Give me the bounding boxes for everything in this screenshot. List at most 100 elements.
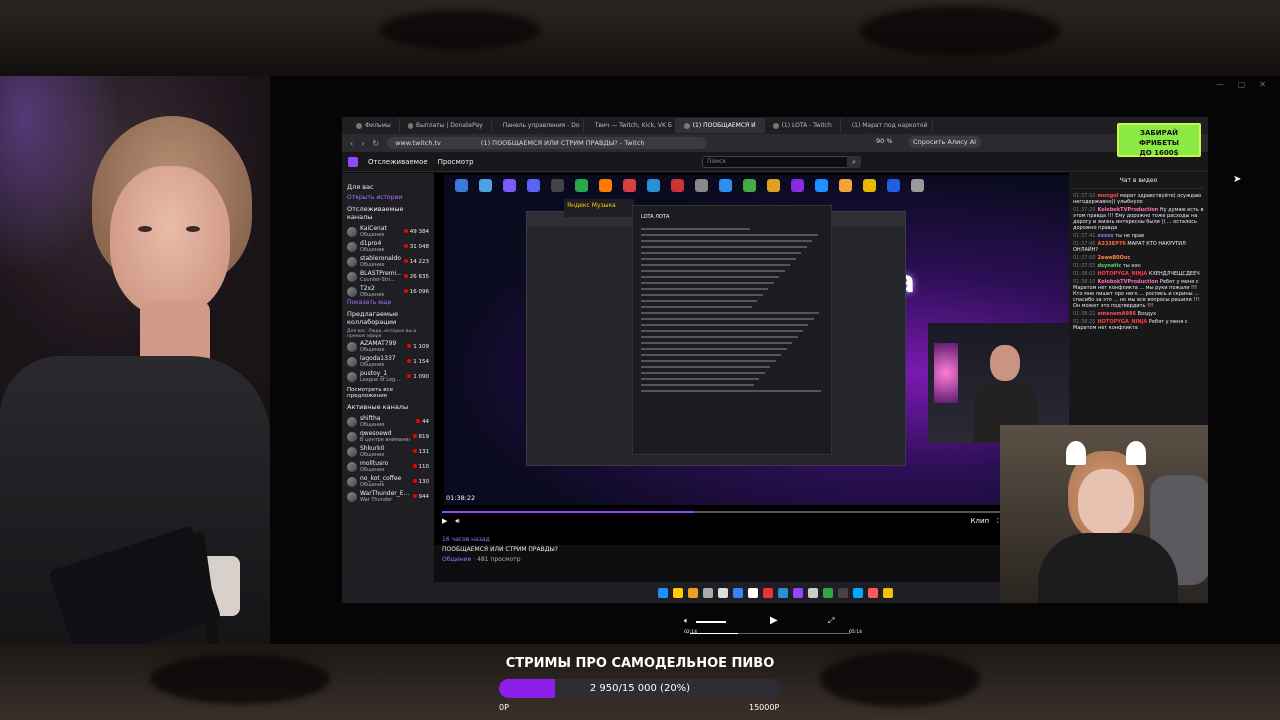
taskbar-app-icon[interactable] [702, 587, 713, 598]
sidebar-channel[interactable]: lagoda1337 Общение 1 154 [347, 354, 429, 369]
sidebar-channel[interactable]: pustoy_1 League of Leg... 1 090 [347, 369, 429, 384]
taskbar-app-icon[interactable] [672, 587, 683, 598]
desktop-shortcut-icon[interactable] [548, 179, 566, 201]
sidebar-channel[interactable]: BLASTPremi... Counter-Stri... 26 635 [347, 269, 429, 284]
chat-username[interactable]: HOTOPYGA_NINJA [1097, 271, 1147, 277]
browser-tab[interactable]: Фильмы [348, 118, 400, 133]
url-field[interactable]: www.twitch.tv (1) ПООБЩАЕМСЯ ИЛИ СТРИМ П… [387, 137, 708, 149]
sidebar-channel[interactable]: qwesoewd В центре внимания 819 [347, 429, 429, 444]
browser-tab[interactable]: Панель управления - Do [492, 118, 584, 133]
desktop-shortcut-icon[interactable] [620, 179, 638, 201]
window-controls[interactable]: — ▢ ✕ [1216, 80, 1266, 89]
taskbar-app-icon[interactable] [837, 587, 848, 598]
browser-tab[interactable]: (1) ПООБЩАЕМСЯ И [675, 118, 765, 133]
browser-tab[interactable]: (1) LOTA - Twitch [765, 118, 841, 133]
browser-tab[interactable]: Твич — Twitch, Kick, VK Б [584, 118, 676, 133]
sidebar-channel[interactable]: WarThunder_E... War Thunder 944 [347, 489, 429, 504]
sidebar-channel[interactable]: molltusro Общение 110 [347, 459, 429, 474]
taskbar-app-icon[interactable] [792, 587, 803, 598]
forward-icon[interactable]: › [361, 139, 364, 148]
taskbar-app-icon[interactable] [687, 587, 698, 598]
browser-tab[interactable]: Выплаты | DonatePay [400, 118, 492, 133]
taskbar-app-icon[interactable] [732, 587, 743, 598]
volume-icon[interactable]: 🔊︎ [455, 517, 459, 526]
desktop-shortcut-icon[interactable] [908, 179, 926, 201]
sidebar-channel[interactable]: no_kot_coffee Общение 130 [347, 474, 429, 489]
zoom-level[interactable]: 90 % [876, 137, 893, 145]
view-all-suggestions[interactable]: Посмотреть все предложения [347, 387, 429, 399]
desktop-shortcut-icon[interactable] [788, 179, 806, 201]
sidebar-channel[interactable]: AZAMAT799 Общение 1 109 [347, 339, 429, 354]
channel-name: WarThunder_E... War Thunder [360, 490, 410, 504]
open-history-link[interactable]: Открыть истории [347, 194, 429, 201]
viewer-count-text: 44 [422, 418, 429, 425]
video-meta: 16 часов назад ПООБЩАЕМСЯ ИЛИ СТРИМ ПРАВ… [442, 536, 558, 563]
media-progress[interactable] [690, 633, 850, 634]
chat-username[interactable]: A333EP76 [1097, 241, 1125, 247]
taskbar-app-icon[interactable] [822, 587, 833, 598]
live-dot-icon [403, 273, 408, 278]
desktop-shortcut-icon[interactable] [692, 179, 710, 201]
clip-button[interactable]: Клип [971, 517, 990, 525]
desktop-shortcut-icon[interactable] [764, 179, 782, 201]
chat-message: 01:38:25 HOTOPYGA_NINJA Ребят у меня с Ма… [1073, 319, 1204, 331]
taskbar-app-icon[interactable] [882, 587, 893, 598]
browser-tab[interactable]: (1) Марат под наркотой [841, 118, 933, 133]
play-icon[interactable]: ▶ [770, 615, 778, 626]
nav-browse[interactable]: Просмотр [438, 158, 474, 166]
sidebar-channel[interactable]: T2x2 Общение 16 096 [347, 284, 429, 299]
taskbar-app-icon[interactable] [762, 587, 773, 598]
volume-icon[interactable]: 🔈︎ [684, 616, 689, 626]
video-timestamp: 01:38:22 [446, 494, 476, 502]
sidebar-channel[interactable]: shiftha Общение 44 [347, 414, 429, 429]
taskbar-app-icon[interactable] [657, 587, 668, 598]
desktop-shortcut-icon[interactable] [476, 179, 494, 201]
play-icon[interactable]: ▶ [442, 517, 447, 525]
donation-goal-bar: 2 950/15 000 (20%) [499, 679, 781, 698]
video-player[interactable]: на Яндекс Музыка LOTA ЛОТА [434, 173, 1069, 545]
sidebar-channel[interactable]: KaiCenat Общение 49 384 [347, 224, 429, 239]
sidebar-channel[interactable]: d1pro4 Общение 31 048 [347, 239, 429, 254]
sidebar-channel[interactable]: Shkurk0 Общение 131 [347, 444, 429, 459]
search-icon[interactable]: ⌕ [847, 156, 861, 168]
desktop-shortcut-icon[interactable] [524, 179, 542, 201]
desktop-shortcut-icon[interactable] [596, 179, 614, 201]
chat-username[interactable]: 2eweB0Ooc [1097, 255, 1130, 261]
document-text-line [641, 366, 771, 368]
document-text-line [641, 288, 769, 290]
nav-following[interactable]: Отслеживаемое [368, 158, 428, 166]
desktop-shortcut-icon[interactable] [812, 179, 830, 201]
desktop-shortcut-icon[interactable] [740, 179, 758, 201]
chat-username[interactable]: emenemA986 [1097, 311, 1135, 317]
taskbar-app-icon[interactable] [717, 587, 728, 598]
desktop-shortcut-icon[interactable] [644, 179, 662, 201]
volume-slider[interactable] [696, 621, 726, 623]
sidebar-channel[interactable]: stableronaldo Общение 14 223 [347, 254, 429, 269]
desktop-shortcut-icon[interactable] [452, 179, 470, 201]
taskbar-app-icon[interactable] [867, 587, 878, 598]
chat-username[interactable]: dsynatic [1097, 263, 1121, 269]
desktop-shortcut-icon[interactable] [716, 179, 734, 201]
promo-banner[interactable]: ЗАБИРАЙ ФРИБЕТЫ ДО 1600$ [1117, 123, 1201, 157]
back-icon[interactable]: ‹ [350, 139, 353, 148]
reload-icon[interactable]: ↻ [372, 139, 379, 148]
expand-icon[interactable]: ⤢ [828, 616, 834, 626]
twitch-logo-icon[interactable] [348, 156, 358, 167]
document-text-line [641, 282, 774, 284]
search-input[interactable]: Поиск [702, 156, 852, 168]
taskbar-app-icon[interactable] [777, 587, 788, 598]
desktop-shortcut-icon[interactable] [668, 179, 686, 201]
video-category[interactable]: Общение [442, 556, 471, 563]
chat-username[interactable]: xxxxx [1097, 233, 1113, 239]
taskbar-app-icon[interactable] [807, 587, 818, 598]
show-more-link[interactable]: Показать еще [347, 299, 429, 306]
desktop-shortcut-icon[interactable] [884, 179, 902, 201]
desktop-shortcut-icon[interactable] [500, 179, 518, 201]
desktop-shortcut-icon[interactable] [860, 179, 878, 201]
ask-ai-button[interactable]: Спросить Алису AI [908, 136, 982, 148]
tab-label: Твич — Twitch, Kick, VK Б [594, 122, 672, 129]
taskbar-app-icon[interactable] [852, 587, 863, 598]
desktop-shortcut-icon[interactable] [836, 179, 854, 201]
desktop-shortcut-icon[interactable] [572, 179, 590, 201]
taskbar-app-icon[interactable] [747, 587, 758, 598]
